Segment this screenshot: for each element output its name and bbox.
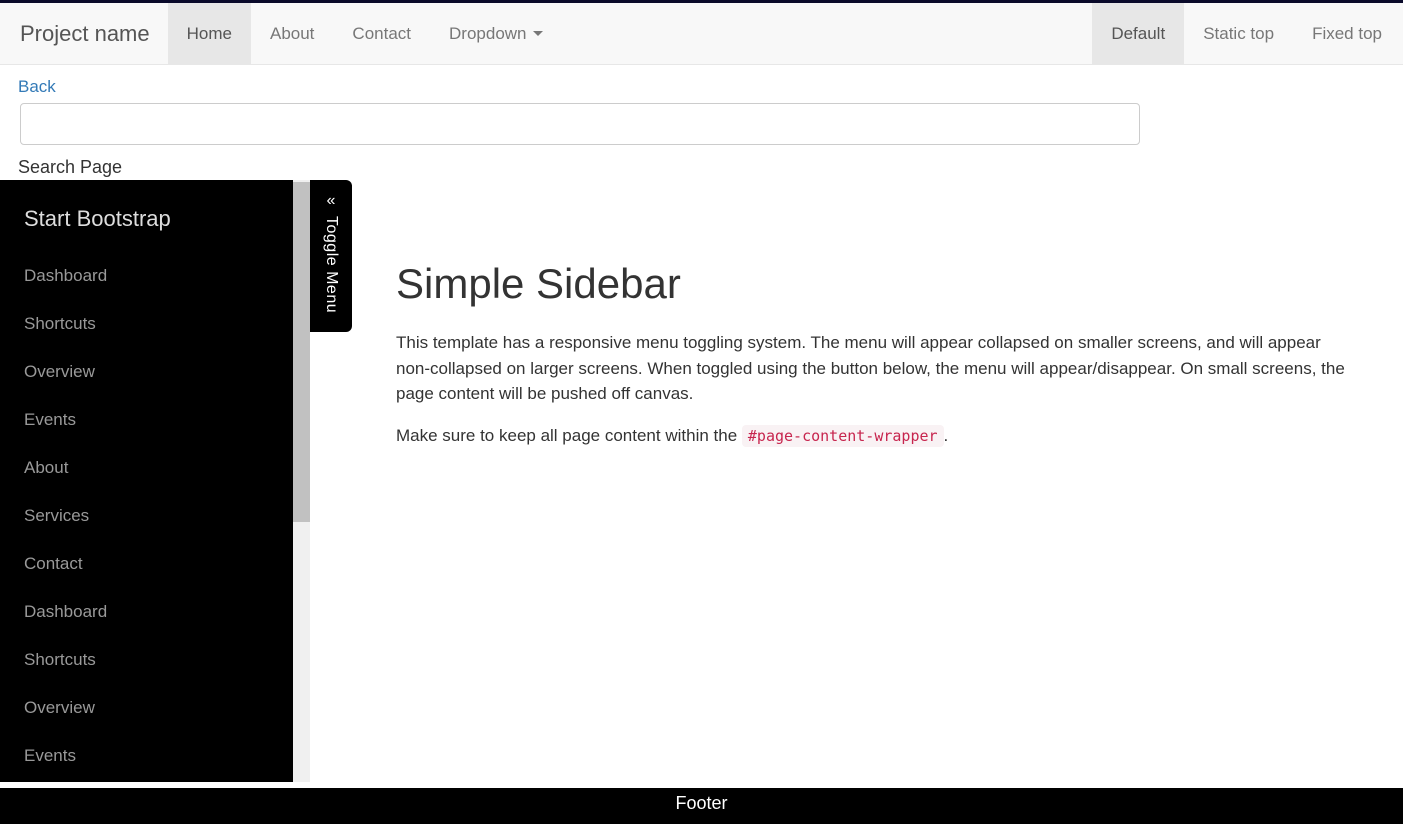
- sidebar-item-shortcuts[interactable]: Shortcuts: [0, 300, 293, 348]
- code-snippet: #page-content-wrapper: [742, 425, 944, 447]
- footer: Footer: [0, 788, 1403, 824]
- sidebar-item-services[interactable]: Services: [0, 492, 293, 540]
- toggle-menu-button[interactable]: « Toggle Menu: [310, 180, 352, 332]
- search-input[interactable]: [20, 103, 1140, 145]
- nav-default[interactable]: Default: [1092, 3, 1184, 64]
- caret-down-icon: [533, 31, 543, 36]
- sidebar-item-dashboard-2[interactable]: Dashboard: [0, 588, 293, 636]
- content-paragraph-2: Make sure to keep all page content withi…: [396, 423, 1355, 449]
- sidebar-item-overview-2[interactable]: Overview: [0, 684, 293, 732]
- sidebar-item-about[interactable]: About: [0, 444, 293, 492]
- nav-fixed-top[interactable]: Fixed top: [1293, 3, 1401, 64]
- page-content: Simple Sidebar This template has a respo…: [310, 180, 1403, 782]
- nav-contact[interactable]: Contact: [333, 3, 430, 64]
- nav-home[interactable]: Home: [168, 3, 251, 64]
- sidebar-item-shortcuts-2[interactable]: Shortcuts: [0, 636, 293, 684]
- navbar-right: Default Static top Fixed top: [1092, 3, 1401, 64]
- sidebar-brand[interactable]: Start Bootstrap: [0, 180, 293, 252]
- sidebar[interactable]: Start Bootstrap Dashboard Shortcuts Over…: [0, 180, 293, 782]
- sidebar-scrollbar-thumb[interactable]: [293, 182, 310, 522]
- navbar-brand[interactable]: Project name: [2, 3, 168, 64]
- top-navbar: Project name Home About Contact Dropdown…: [0, 3, 1403, 65]
- content-paragraph-1: This template has a responsive menu togg…: [396, 330, 1355, 407]
- back-link[interactable]: Back: [18, 77, 56, 96]
- sidebar-list: Dashboard Shortcuts Overview Events Abou…: [0, 252, 293, 782]
- navbar-left: Home About Contact Dropdown: [168, 3, 562, 64]
- page-title: Simple Sidebar: [396, 260, 1355, 308]
- chevron-double-left-icon: «: [327, 192, 336, 210]
- nav-static-top[interactable]: Static top: [1184, 3, 1293, 64]
- nav-about[interactable]: About: [251, 3, 333, 64]
- toggle-menu-label: Toggle Menu: [322, 216, 340, 313]
- sidebar-item-events-2[interactable]: Events: [0, 732, 293, 780]
- nav-dropdown[interactable]: Dropdown: [430, 3, 562, 64]
- search-page-label: Search Page: [0, 153, 1403, 178]
- sidebar-item-overview[interactable]: Overview: [0, 348, 293, 396]
- sidebar-item-contact[interactable]: Contact: [0, 540, 293, 588]
- sidebar-item-events[interactable]: Events: [0, 396, 293, 444]
- sidebar-item-dashboard[interactable]: Dashboard: [0, 252, 293, 300]
